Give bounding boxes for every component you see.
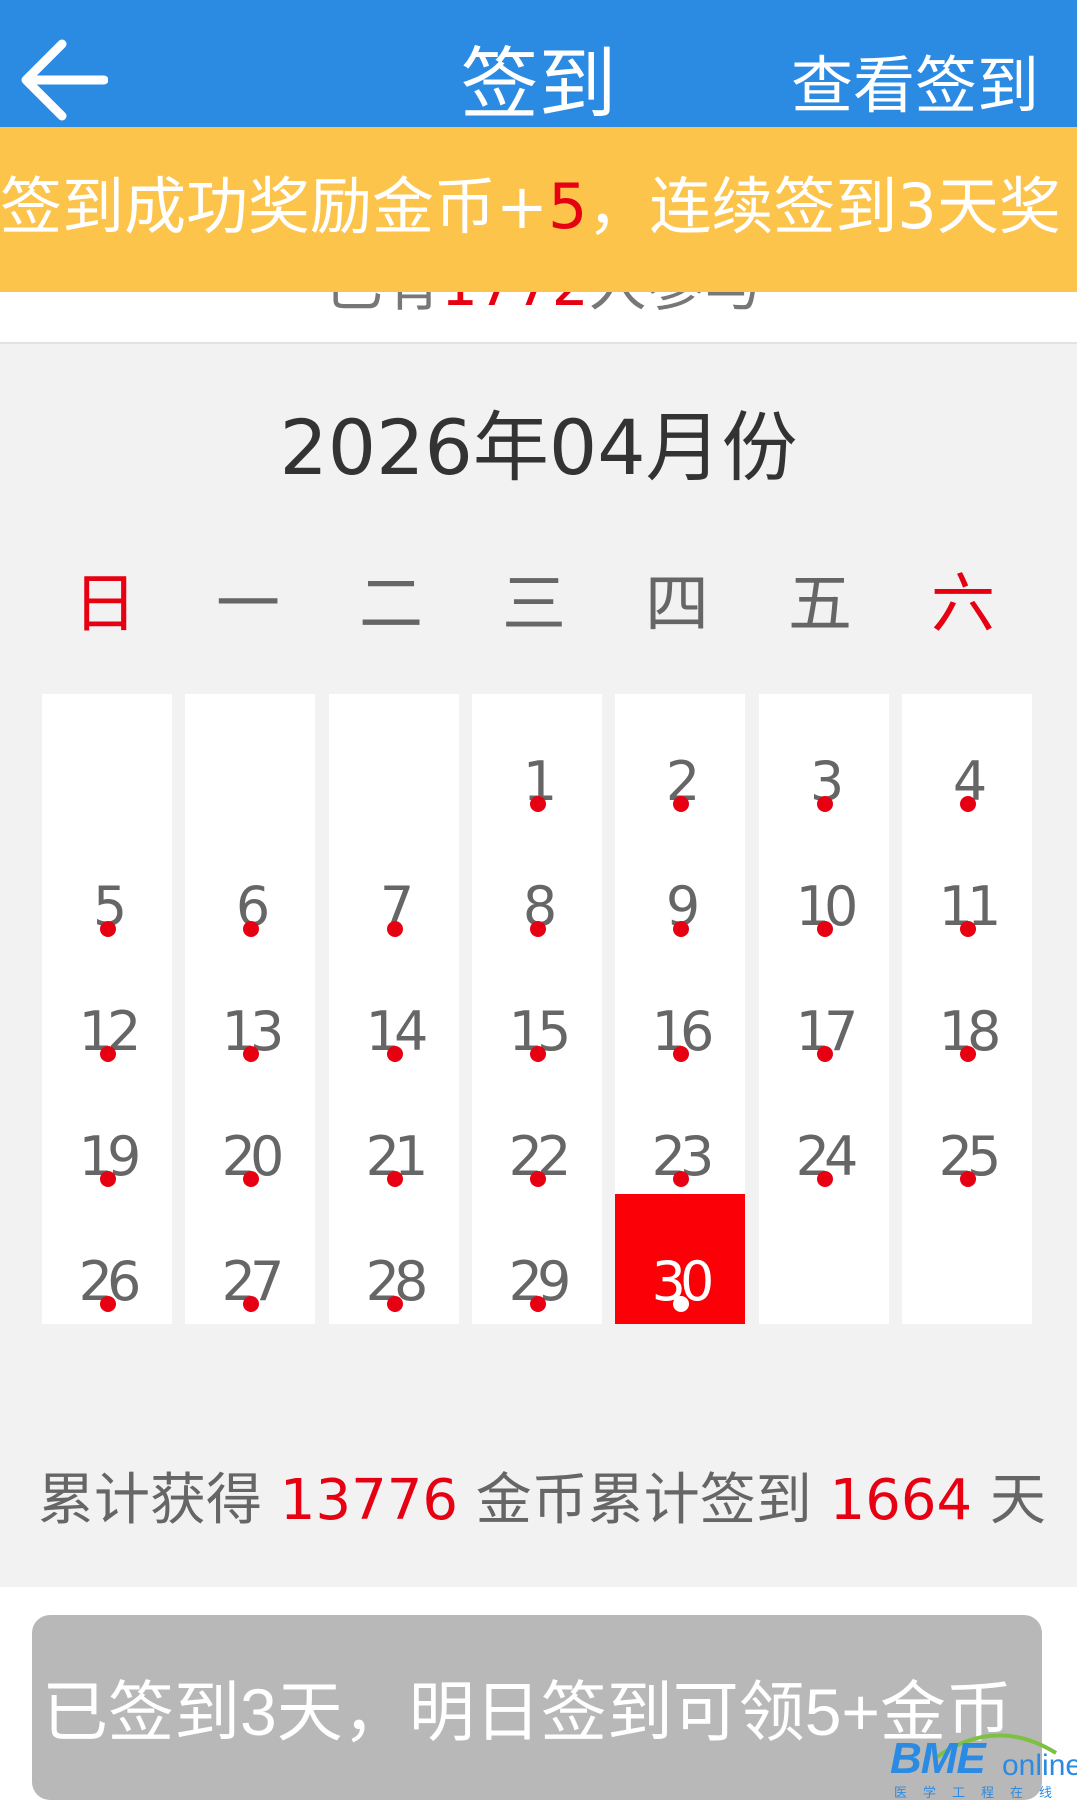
summary-label-earned: 累计获得 bbox=[38, 1468, 262, 1533]
calendar-day[interactable]: 13 bbox=[185, 944, 315, 1074]
signed-dot-icon bbox=[100, 1296, 116, 1312]
signed-dot-icon bbox=[243, 1046, 259, 1062]
calendar-day[interactable]: 26 bbox=[42, 1194, 172, 1324]
calendar-day[interactable]: 16 bbox=[615, 944, 745, 1074]
calendar-day[interactable]: 27 bbox=[185, 1194, 315, 1324]
signed-dot-icon bbox=[530, 1171, 546, 1187]
signed-dot-icon bbox=[243, 921, 259, 937]
participants-prefix: 已有 bbox=[325, 292, 441, 319]
signed-dot-icon bbox=[960, 1171, 976, 1187]
signed-dot-icon bbox=[673, 921, 689, 937]
signin-success-banner: 签到成功奖励金币+5，连续签到3天奖 bbox=[0, 127, 1077, 292]
calendar-day[interactable]: 1 bbox=[472, 694, 602, 824]
calendar-day[interactable]: 17 bbox=[759, 944, 889, 1074]
weekday-fri: 五 bbox=[788, 568, 852, 642]
calendar-day[interactable]: 9 bbox=[615, 819, 745, 949]
signed-dot-icon bbox=[960, 1046, 976, 1062]
logo-sub-text: 医学工程在线 bbox=[894, 1786, 1069, 1801]
calendar-day[interactable]: 12 bbox=[42, 944, 172, 1074]
calendar-day[interactable]: 11 bbox=[902, 819, 1032, 949]
signed-dot-icon bbox=[817, 796, 833, 812]
calendar-day-today[interactable]: 30 bbox=[615, 1194, 745, 1324]
weekday-tue: 二 bbox=[359, 568, 423, 642]
summary-label-total: 金币累计签到 bbox=[475, 1468, 812, 1533]
signed-dot-icon bbox=[817, 1171, 833, 1187]
calendar-day[interactable]: 22 bbox=[472, 1069, 602, 1199]
calendar-day[interactable]: 25 bbox=[902, 1069, 1032, 1199]
calendar-day[interactable]: 4 bbox=[902, 694, 1032, 824]
calendar-day[interactable]: 29 bbox=[472, 1194, 602, 1324]
calendar-day-empty bbox=[902, 1194, 1032, 1324]
participants-text: 已有1772人参与 bbox=[325, 292, 763, 320]
calendar-day[interactable]: 7 bbox=[329, 819, 459, 949]
signed-dot-icon bbox=[387, 1046, 403, 1062]
signed-dot-icon bbox=[243, 1171, 259, 1187]
signed-dot-icon bbox=[817, 1046, 833, 1062]
signin-button-label: 已签到3天，明日签到可领5+金币 bbox=[42, 1675, 1012, 1749]
signed-dot-icon bbox=[673, 1296, 689, 1312]
calendar-day[interactable]: 3 bbox=[759, 694, 889, 824]
calendar-day[interactable]: 5 bbox=[42, 819, 172, 949]
calendar-day[interactable]: 6 bbox=[185, 819, 315, 949]
calendar-grid: 1 2 3 4 5 6 7 8 9 10 11 12 13 14 15 16 17 18 19 20 21 22 23 24 2… bbox=[42, 694, 1042, 1404]
signin-summary: 累计获得 13776 金币累计签到 1664 天 bbox=[38, 1468, 1046, 1534]
signed-dot-icon bbox=[387, 1296, 403, 1312]
logo-main-text: BME bbox=[890, 1734, 986, 1783]
signed-dot-icon bbox=[530, 1046, 546, 1062]
weekday-sat: 六 bbox=[931, 568, 995, 642]
bme-online-logo: BME online 医学工程在线 bbox=[890, 1733, 1077, 1807]
weekday-sun: 日 bbox=[73, 568, 137, 642]
banner-amount: 5 bbox=[547, 170, 588, 243]
calendar-day-empty bbox=[42, 694, 172, 824]
calendar-day[interactable]: 28 bbox=[329, 1194, 459, 1324]
calendar-day[interactable]: 15 bbox=[472, 944, 602, 1074]
calendar-day[interactable]: 24 bbox=[759, 1069, 889, 1199]
signed-dot-icon bbox=[530, 1296, 546, 1312]
calendar-day-empty bbox=[329, 694, 459, 824]
weekday-mon: 一 bbox=[216, 568, 280, 642]
participants-strip: 已有1772人参与 bbox=[0, 292, 1077, 344]
month-title: 2026年04月份 bbox=[279, 403, 798, 492]
signed-dot-icon bbox=[100, 921, 116, 937]
participants-count: 1772 bbox=[441, 292, 589, 319]
signed-dot-icon bbox=[960, 921, 976, 937]
signed-dot-icon bbox=[387, 921, 403, 937]
signed-dot-icon bbox=[673, 1171, 689, 1187]
signed-dot-icon bbox=[387, 1171, 403, 1187]
calendar-day[interactable]: 21 bbox=[329, 1069, 459, 1199]
summary-coins: 13776 bbox=[279, 1468, 458, 1533]
summary-days: 1664 bbox=[829, 1468, 973, 1533]
top-nav-bar: 签到 查看签到 bbox=[0, 0, 1077, 130]
signed-dot-icon bbox=[100, 1171, 116, 1187]
participants-suffix: 人参与 bbox=[589, 292, 763, 319]
weekday-thu: 四 bbox=[645, 568, 709, 642]
calendar-day[interactable]: 8 bbox=[472, 819, 602, 949]
signed-dot-icon bbox=[530, 796, 546, 812]
banner-suffix: ，连续签到3天奖 bbox=[587, 170, 1061, 243]
calendar-day[interactable]: 18 bbox=[902, 944, 1032, 1074]
calendar-day-empty bbox=[759, 1194, 889, 1324]
signed-dot-icon bbox=[817, 921, 833, 937]
calendar-day[interactable]: 20 bbox=[185, 1069, 315, 1199]
signed-dot-icon bbox=[673, 1046, 689, 1062]
banner-prefix: 签到成功奖励金币+ bbox=[0, 170, 548, 243]
view-signin-button[interactable]: 查看签到 bbox=[791, 46, 1039, 126]
banner-message: 签到成功奖励金币+5，连续签到3天奖 bbox=[0, 167, 1061, 247]
calendar-day[interactable]: 14 bbox=[329, 944, 459, 1074]
calendar-day-empty bbox=[185, 694, 315, 824]
logo-online-text: online bbox=[1002, 1749, 1077, 1782]
signed-dot-icon bbox=[530, 921, 546, 937]
summary-label-days: 天 bbox=[989, 1468, 1046, 1533]
signed-dot-icon bbox=[960, 796, 976, 812]
signed-dot-icon bbox=[100, 1046, 116, 1062]
calendar-day[interactable]: 19 bbox=[42, 1069, 172, 1199]
calendar-day[interactable]: 23 bbox=[615, 1069, 745, 1199]
weekday-header: 日 一 二 三 四 五 六 bbox=[40, 565, 1040, 645]
calendar-day[interactable]: 2 bbox=[615, 694, 745, 824]
weekday-wed: 三 bbox=[502, 568, 566, 642]
signed-dot-icon bbox=[243, 1296, 259, 1312]
calendar-day[interactable]: 10 bbox=[759, 819, 889, 949]
signed-dot-icon bbox=[673, 796, 689, 812]
